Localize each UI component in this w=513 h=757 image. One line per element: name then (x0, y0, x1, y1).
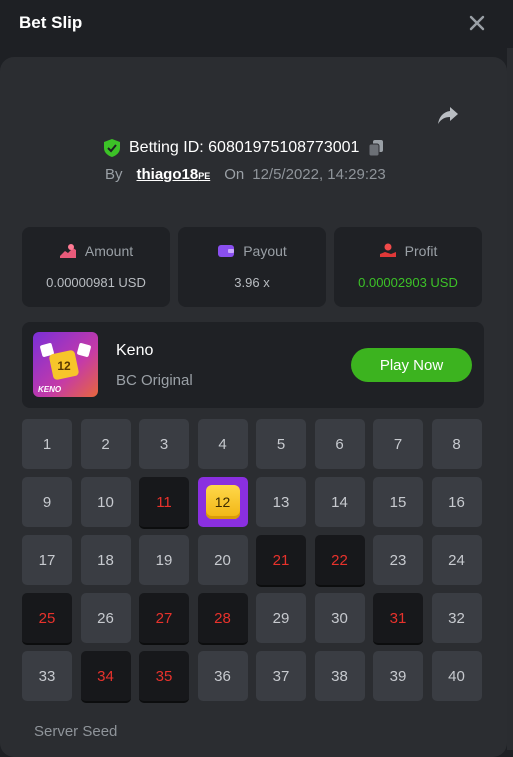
username-suffix: PE (198, 171, 211, 181)
keno-cell[interactable]: 40 (431, 651, 482, 701)
keno-cell[interactable]: 9 (22, 477, 72, 527)
by-label: By (105, 166, 123, 183)
keno-cell[interactable]: 1 (22, 419, 72, 469)
amount-value: 0.00000981 USD (46, 275, 146, 290)
sidebar-edge (507, 48, 513, 750)
keno-cell[interactable]: 13 (256, 477, 306, 527)
game-card: 12 KENO Keno BC Original Play Now (22, 322, 484, 408)
keno-thumbnail[interactable]: 12 KENO (33, 332, 98, 397)
keno-cell[interactable]: 4 (197, 419, 248, 469)
bet-byline: By thiago18PE On 12/5/2022, 14:29:23 (105, 166, 386, 183)
betting-id: Betting ID: 60801975108773001 (129, 139, 360, 156)
keno-cell[interactable]: 30 (314, 593, 365, 643)
keno-logo-number: 12 (57, 359, 71, 373)
keno-cell[interactable]: 29 (256, 593, 306, 643)
keno-cell[interactable]: 12 (197, 477, 248, 527)
keno-cell[interactable]: 23 (373, 535, 423, 585)
keno-cell[interactable]: 35 (139, 651, 189, 703)
header: Bet Slip (0, 0, 513, 48)
payout-label: Payout (243, 243, 287, 259)
keno-cell[interactable]: 25 (22, 593, 72, 645)
keno-cell[interactable]: 16 (431, 477, 482, 527)
amount-label: Amount (84, 243, 134, 259)
keno-cell[interactable]: 5 (256, 419, 306, 469)
keno-cell[interactable]: 21 (256, 535, 306, 587)
wallet-icon (218, 245, 235, 257)
keno-cell[interactable]: 15 (373, 477, 423, 527)
keno-cell[interactable]: 38 (314, 651, 365, 701)
profit-stat: Profit 0.00002903 USD (334, 227, 482, 307)
username: thiago18 (136, 166, 199, 183)
close-icon[interactable] (466, 12, 488, 34)
profit-label: Profit (404, 243, 438, 259)
keno-logo-text: KENO (38, 385, 62, 394)
keno-cell[interactable]: 3 (139, 419, 189, 469)
keno-cell[interactable]: 22 (314, 535, 365, 587)
keno-cell[interactable]: 7 (373, 419, 423, 469)
keno-logo-icon: 12 KENO (38, 343, 91, 394)
keno-cell[interactable]: 36 (197, 651, 248, 701)
on-label: On (224, 166, 245, 183)
keno-cell[interactable]: 34 (80, 651, 131, 703)
keno-cell[interactable]: 14 (314, 477, 365, 527)
username-link[interactable]: thiago18PE (137, 166, 211, 183)
bet-date: 12/5/2022, 14:29:23 (252, 166, 386, 183)
coins-icon (59, 244, 76, 258)
profit-value: 0.00002903 USD (358, 275, 458, 290)
keno-cell[interactable]: 37 (256, 651, 306, 701)
keno-cell[interactable]: 17 (22, 535, 72, 585)
game-name: Keno (116, 342, 154, 359)
bet-slip-title: Bet Slip (19, 13, 83, 32)
hand-coin-icon (379, 243, 396, 257)
keno-cell[interactable]: 8 (431, 419, 482, 469)
keno-cell[interactable]: 33 (22, 651, 72, 701)
server-seed-label: Server Seed (34, 723, 118, 740)
keno-hit-gem: 12 (205, 485, 240, 519)
copy-icon[interactable] (368, 139, 384, 157)
keno-cell[interactable]: 39 (373, 651, 423, 701)
keno-cell[interactable]: 20 (197, 535, 248, 585)
keno-cell[interactable]: 27 (139, 593, 189, 645)
keno-cell[interactable]: 28 (197, 593, 248, 645)
keno-cell[interactable]: 18 (80, 535, 131, 585)
keno-cell[interactable]: 6 (314, 419, 365, 469)
game-subtitle: BC Original (116, 372, 193, 389)
betting-id-row: Betting ID: 60801975108773001 (104, 137, 384, 159)
payout-stat: Payout 3.96 x (178, 227, 326, 307)
keno-cell[interactable]: 10 (80, 477, 131, 527)
shield-check-icon (104, 139, 120, 157)
keno-cell[interactable]: 11 (139, 477, 189, 529)
amount-stat: Amount 0.00000981 USD (22, 227, 170, 307)
keno-cell[interactable]: 31 (373, 593, 423, 645)
keno-cell[interactable]: 2 (80, 419, 131, 469)
keno-cell[interactable]: 26 (80, 593, 131, 643)
payout-value: 3.96 x (234, 275, 270, 290)
keno-cell[interactable]: 24 (431, 535, 482, 585)
keno-cell[interactable]: 32 (431, 593, 482, 643)
keno-cell[interactable]: 19 (139, 535, 189, 585)
share-icon[interactable] (437, 104, 459, 126)
play-now-button[interactable]: Play Now (351, 348, 472, 382)
